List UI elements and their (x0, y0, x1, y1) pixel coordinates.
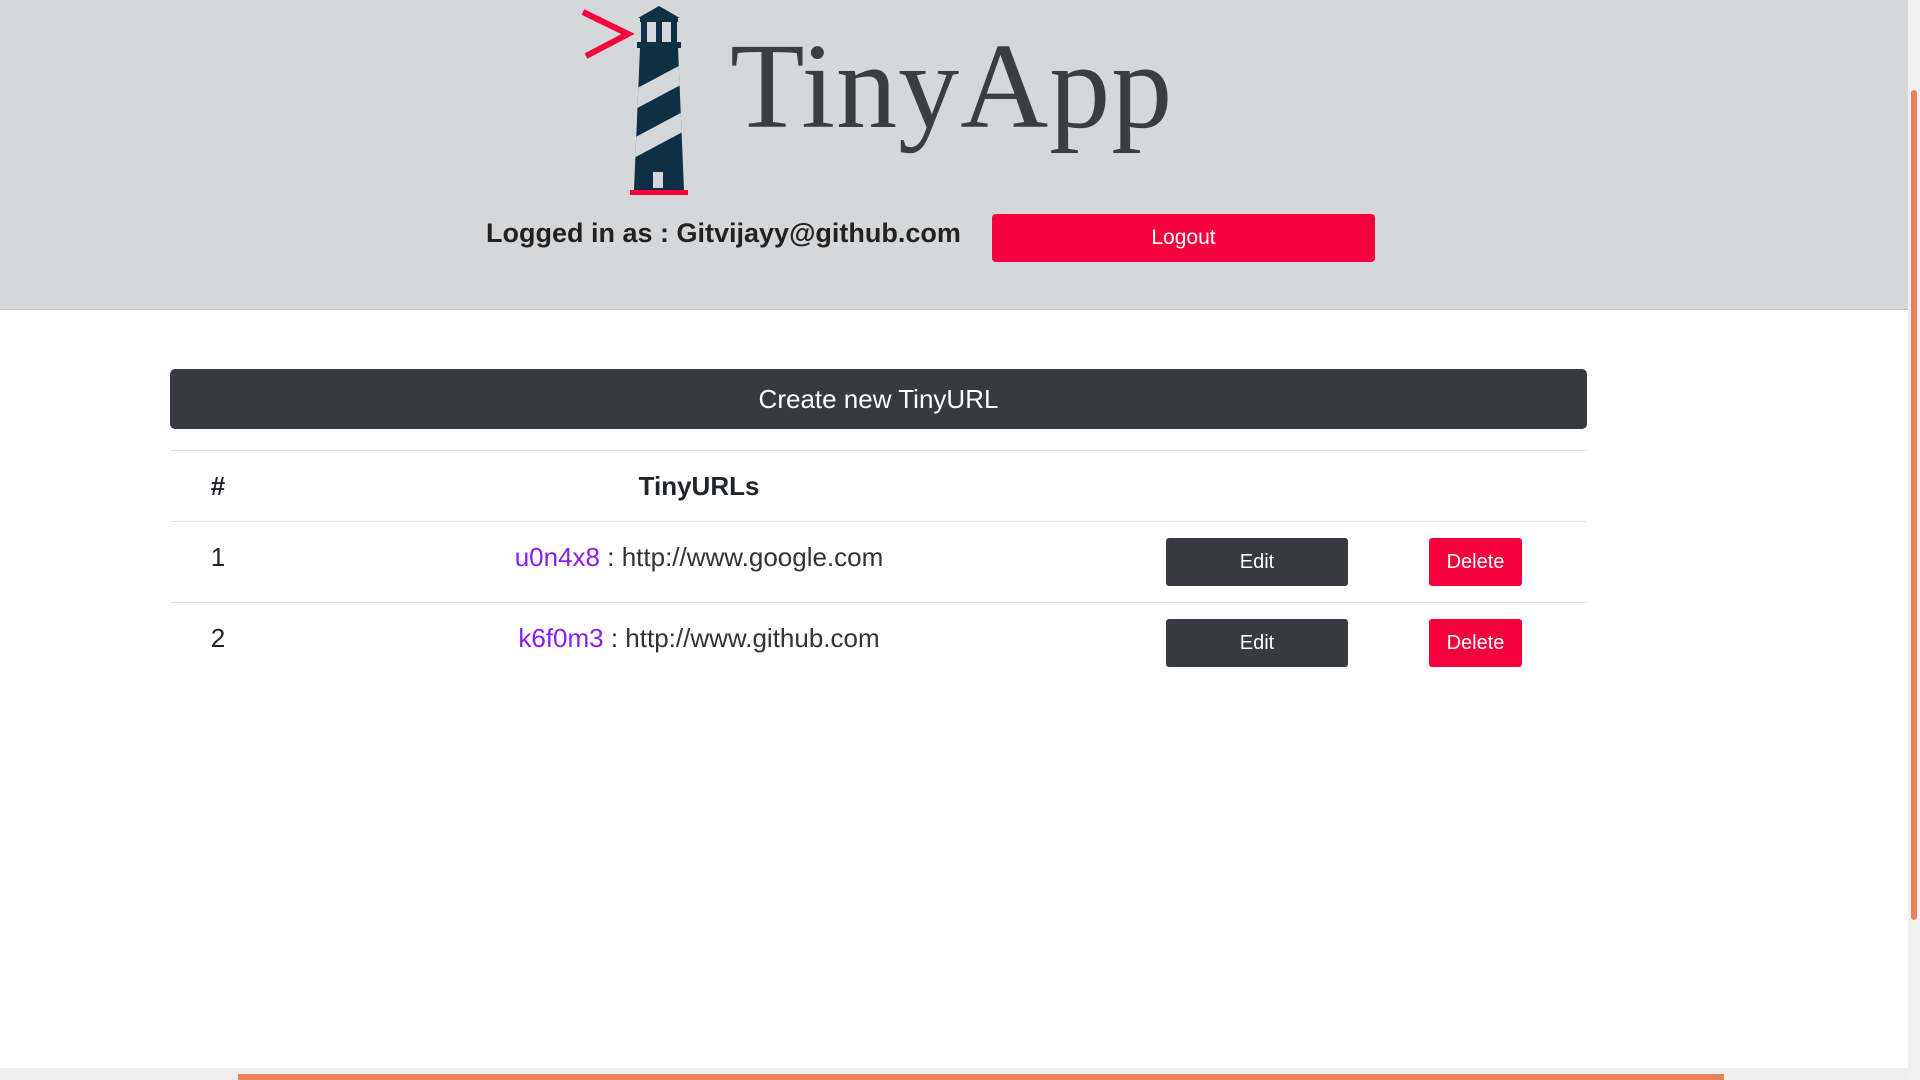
short-url-link[interactable]: k6f0m3 (518, 623, 603, 653)
page: TinyApp Logged in as : Gitvijayy@github.… (0, 0, 1908, 1080)
header-tinyurls: TinyURLs (266, 450, 1132, 522)
delete-cell: Delete (1382, 602, 1587, 683)
vertical-scrollbar-thumb[interactable] (1911, 90, 1917, 920)
url-pair: k6f0m3 : http://www.github.com (518, 623, 879, 653)
vertical-scrollbar[interactable] (1908, 0, 1920, 1080)
edit-cell: Edit (1132, 521, 1382, 603)
logged-in-label: Logged in as : Gitvijayy@github.com (486, 218, 961, 248)
edit-cell: Edit (1132, 602, 1382, 683)
create-tinyurl-button[interactable]: Create new TinyURL (170, 369, 1587, 429)
delete-button[interactable]: Delete (1429, 538, 1522, 586)
row-number-text: 1 (210, 541, 226, 572)
url-pair: u0n4x8 : http://www.google.com (515, 542, 884, 572)
horizontal-scrollbar[interactable] (0, 1068, 1908, 1080)
urls-table: # TinyURLs 1 u0n4x8 : http://www.google.… (170, 450, 1587, 683)
url-cell: u0n4x8 : http://www.google.com (266, 521, 1132, 603)
header-empty (1382, 450, 1587, 522)
long-url: http://www.google.com (621, 541, 884, 572)
url-cell: k6f0m3 : http://www.github.com (266, 602, 1132, 683)
header: TinyApp Logged in as : Gitvijayy@github.… (0, 0, 1908, 310)
logout-button[interactable]: Logout (992, 214, 1375, 262)
short-url-link[interactable]: u0n4x8 (515, 542, 600, 572)
separator: : (603, 622, 626, 653)
edit-button[interactable]: Edit (1166, 619, 1348, 667)
header-empty (1132, 450, 1382, 522)
long-url: http://www.github.com (625, 622, 880, 653)
row-number: 2 (170, 602, 266, 683)
table-row: 2 k6f0m3 : http://www.github.com Edit De… (170, 602, 1587, 683)
row-number: 1 (170, 521, 266, 603)
separator: : (600, 541, 622, 572)
lighthouse-logo-icon (581, 6, 688, 195)
header-number: # (170, 450, 266, 522)
delete-button[interactable]: Delete (1429, 619, 1522, 667)
edit-button[interactable]: Edit (1166, 538, 1348, 586)
delete-cell: Delete (1382, 521, 1587, 603)
table-row: 1 u0n4x8 : http://www.google.com Edit De… (170, 521, 1587, 603)
app-title: TinyApp (730, 19, 1174, 154)
table-header-row: # TinyURLs (170, 450, 1587, 522)
horizontal-scrollbar-thumb[interactable] (238, 1074, 1724, 1080)
row-number-text: 2 (210, 622, 226, 653)
